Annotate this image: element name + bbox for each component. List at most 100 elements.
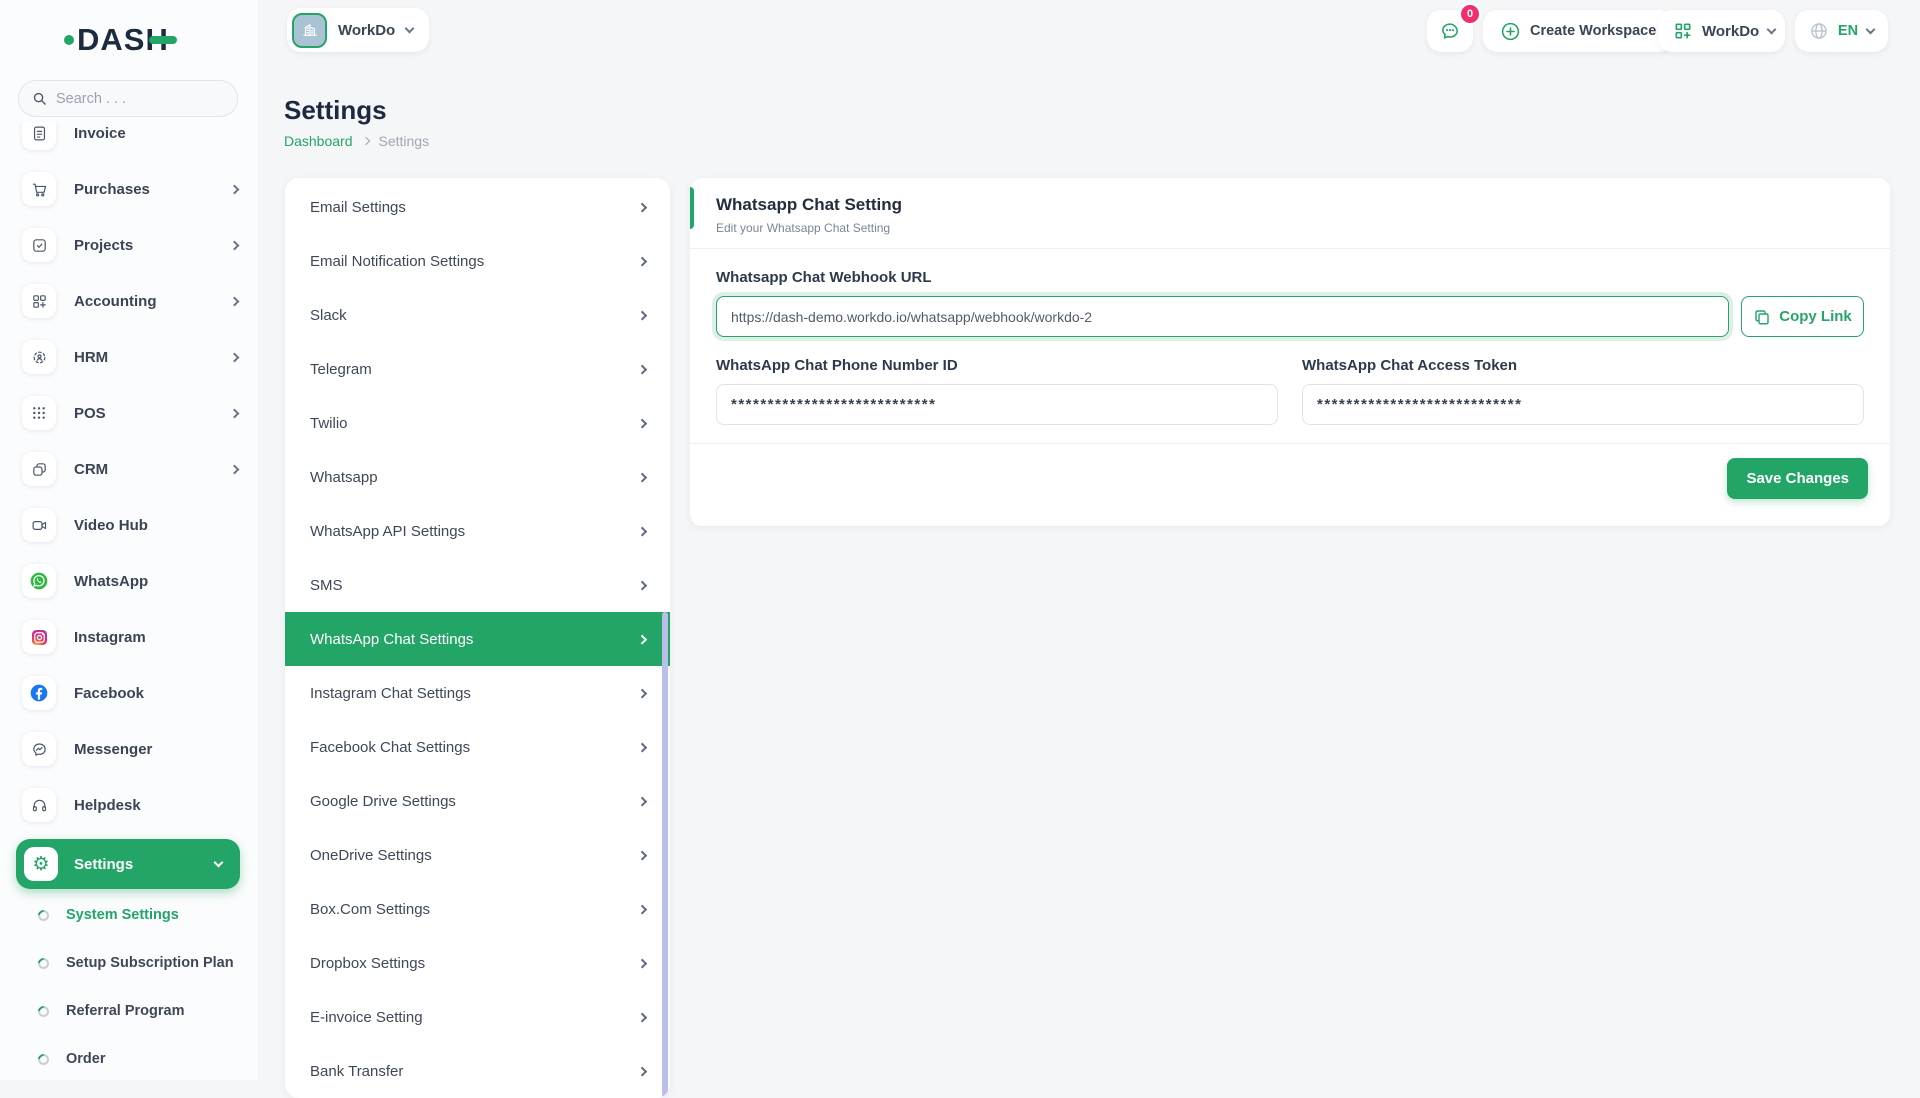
nav-item-label: Email Settings (310, 199, 406, 216)
pos-icon (22, 396, 56, 430)
breadcrumb-dashboard-link[interactable]: Dashboard (284, 133, 353, 149)
settings-nav-whatsapp-api-settings[interactable]: WhatsApp API Settings (285, 504, 670, 558)
settings-nav-sms[interactable]: SMS (285, 558, 670, 612)
chevron-right-icon (637, 472, 646, 481)
settings-nav-email-settings[interactable]: Email Settings (285, 180, 670, 234)
sidebar-item-projects[interactable]: Projects (0, 217, 258, 273)
dash-logo[interactable]: DASH (64, 22, 177, 58)
sidebar-subitem-label: Setup Subscription Plan (66, 955, 234, 971)
chevron-right-icon (637, 742, 646, 751)
sidebar-item-crm[interactable]: CRM (0, 441, 258, 497)
chevron-right-icon (230, 464, 240, 474)
copy-link-label: Copy Link (1779, 308, 1852, 325)
chevron-right-icon (637, 958, 646, 967)
workspace-menu-button[interactable]: WorkDo (1658, 10, 1785, 52)
sidebar-item-pos[interactable]: POS (0, 385, 258, 441)
nav-scrollbar-thumb[interactable] (662, 612, 668, 1098)
sidebar-item-label: Settings (74, 856, 145, 873)
whatsapp-chat-setting-panel: Whatsapp Chat Setting Edit your Whatsapp… (690, 178, 1890, 526)
copy-link-button[interactable]: Copy Link (1741, 296, 1864, 337)
nav-item-label: WhatsApp API Settings (310, 523, 465, 540)
sidebar-item-label: Invoice (74, 125, 238, 142)
sidebar-menu: Invoice Purchases Projects (0, 122, 258, 1080)
chevron-right-icon (637, 418, 646, 427)
phone-number-id-input[interactable] (716, 384, 1278, 425)
sidebar-subitem-system-settings[interactable]: System Settings (0, 891, 258, 939)
settings-nav-slack[interactable]: Slack (285, 288, 670, 342)
settings-nav-whatsapp-chat-settings[interactable]: WhatsApp Chat Settings (285, 612, 670, 666)
chevron-down-icon (1866, 25, 1876, 35)
search-icon (32, 91, 47, 106)
sidebar-item-messenger[interactable]: Messenger (0, 721, 258, 777)
chevron-right-icon (637, 256, 646, 265)
sidebar-item-facebook[interactable]: Facebook (0, 665, 258, 721)
settings-nav-whatsapp[interactable]: Whatsapp (285, 450, 670, 504)
settings-nav-card: Email Settings Email Notification Settin… (285, 178, 670, 1098)
sidebar-subitem-order[interactable]: Order (0, 1035, 258, 1080)
panel-footer: Save Changes (690, 443, 1890, 513)
breadcrumb-separator-icon (361, 137, 369, 145)
sidebar-subitem-setup-subscription-plan[interactable]: Setup Subscription Plan (0, 939, 258, 987)
bullet-icon (36, 955, 51, 970)
chat-bubble-icon (1439, 20, 1461, 42)
settings-nav-einvoice-setting[interactable]: E-invoice Setting (285, 990, 670, 1044)
create-workspace-label: Create Workspace (1530, 23, 1656, 39)
sidebar-item-invoice[interactable]: Invoice (0, 122, 258, 161)
chevron-right-icon (637, 634, 646, 643)
nav-item-label: Telegram (310, 361, 372, 378)
panel-body: Whatsapp Chat Webhook URL Copy Link What… (690, 249, 1890, 443)
settings-nav-facebook-chat-settings[interactable]: Facebook Chat Settings (285, 720, 670, 774)
gear-icon: ⚙ (24, 847, 58, 881)
chevron-right-icon (230, 408, 240, 418)
chevron-right-icon (637, 850, 646, 859)
messages-button[interactable]: 0 (1427, 10, 1473, 52)
sidebar-item-label: HRM (74, 349, 231, 366)
sidebar-item-helpdesk[interactable]: Helpdesk (0, 777, 258, 833)
sidebar-item-label: Purchases (74, 181, 231, 198)
chevron-right-icon (637, 202, 646, 211)
sidebar-search[interactable] (18, 80, 238, 117)
settings-nav-onedrive-settings[interactable]: OneDrive Settings (285, 828, 670, 882)
chevron-right-icon (230, 296, 240, 306)
nav-item-label: Bank Transfer (310, 1063, 403, 1080)
sidebar-item-purchases[interactable]: Purchases (0, 161, 258, 217)
sidebar-item-label: WhatsApp (74, 573, 238, 590)
grid-plus-icon (1673, 21, 1693, 41)
nav-item-label: Dropbox Settings (310, 955, 425, 972)
panel-subtitle: Edit your Whatsapp Chat Setting (716, 221, 1864, 235)
settings-nav-bank-transfer[interactable]: Bank Transfer (285, 1044, 670, 1098)
nav-item-label: Instagram Chat Settings (310, 685, 471, 702)
sidebar-item-settings[interactable]: ⚙ Settings (16, 839, 240, 889)
sidebar-item-accounting[interactable]: Accounting (0, 273, 258, 329)
sidebar-item-label: Accounting (74, 293, 231, 310)
nav-item-label: OneDrive Settings (310, 847, 432, 864)
hrm-icon (22, 340, 56, 374)
sidebar-item-hrm[interactable]: HRM (0, 329, 258, 385)
chevron-right-icon (230, 184, 240, 194)
chevron-right-icon (637, 310, 646, 319)
workspace-selector[interactable]: WorkDo (287, 8, 429, 52)
sidebar-subitem-referral-program[interactable]: Referral Program (0, 987, 258, 1035)
settings-nav-instagram-chat-settings[interactable]: Instagram Chat Settings (285, 666, 670, 720)
sidebar-subitem-label: System Settings (66, 907, 179, 923)
sidebar-item-label: CRM (74, 461, 231, 478)
settings-nav-twilio[interactable]: Twilio (285, 396, 670, 450)
settings-nav-dropbox-settings[interactable]: Dropbox Settings (285, 936, 670, 990)
settings-nav-email-notification-settings[interactable]: Email Notification Settings (285, 234, 670, 288)
whatsapp-icon (22, 564, 56, 598)
settings-nav-google-drive-settings[interactable]: Google Drive Settings (285, 774, 670, 828)
access-token-input[interactable] (1302, 384, 1864, 425)
sidebar-item-instagram[interactable]: Instagram (0, 609, 258, 665)
sidebar-item-whatsapp[interactable]: WhatsApp (0, 553, 258, 609)
access-token-field: WhatsApp Chat Access Token (1302, 357, 1864, 425)
webhook-url-input[interactable] (716, 296, 1729, 337)
invoice-icon (22, 122, 56, 150)
language-selector[interactable]: EN (1795, 10, 1888, 52)
settings-nav-boxcom-settings[interactable]: Box.Com Settings (285, 882, 670, 936)
search-input[interactable] (56, 91, 224, 107)
settings-nav-telegram[interactable]: Telegram (285, 342, 670, 396)
nav-item-label: Twilio (310, 415, 348, 432)
save-changes-button[interactable]: Save Changes (1727, 458, 1868, 499)
create-workspace-button[interactable]: Create Workspace (1483, 10, 1673, 52)
sidebar-item-video-hub[interactable]: Video Hub (0, 497, 258, 553)
